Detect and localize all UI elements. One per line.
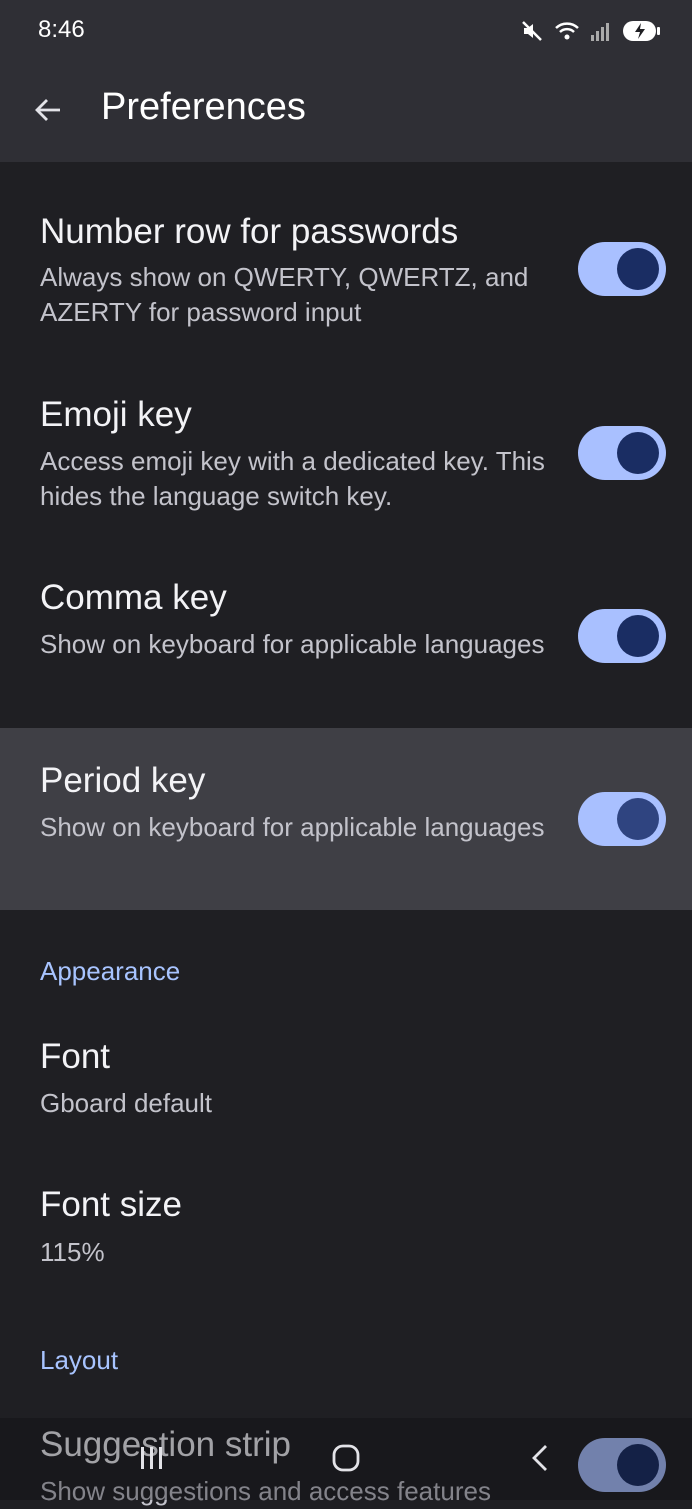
setting-font-size[interactable]: Font size 115% (0, 1160, 692, 1290)
setting-number-row[interactable]: Number row for passwords Always show on … (0, 162, 692, 344)
status-bar: 8:46 (0, 0, 692, 64)
section-header-appearance: Appearance (40, 956, 181, 986)
status-time: 8:46 (38, 16, 85, 43)
page-title: Preferences (101, 86, 306, 128)
emoji-key-toggle[interactable] (578, 426, 666, 480)
recents-button[interactable] (130, 1438, 174, 1482)
setting-value: 115% (40, 1237, 105, 1267)
setting-title: Comma key (40, 578, 227, 617)
status-icons (520, 16, 662, 46)
setting-comma-key[interactable]: Comma key Show on keyboard for applicabl… (0, 545, 692, 727)
back-button[interactable] (24, 88, 72, 136)
home-button[interactable] (324, 1438, 368, 1482)
arrow-back-icon (33, 95, 63, 130)
section-header-layout: Layout (40, 1345, 119, 1375)
setting-title: Font (40, 1037, 111, 1076)
signal-icon (590, 20, 612, 42)
number-row-toggle[interactable] (578, 242, 666, 296)
setting-emoji-key[interactable]: Emoji key Access emoji key with a dedica… (0, 362, 692, 532)
recents-icon (137, 1444, 167, 1477)
setting-description: Show on keyboard for applicable language… (40, 629, 545, 659)
wifi-icon (554, 20, 580, 42)
nav-back-button[interactable] (518, 1438, 562, 1482)
setting-title: Number row for passwords (40, 212, 459, 251)
home-icon (331, 1443, 361, 1478)
period-key-toggle[interactable] (578, 792, 666, 846)
setting-description: Access emoji key with a dedicated key. T… (40, 446, 545, 511)
toggle-thumb (617, 615, 659, 657)
toggle-thumb (617, 432, 659, 474)
toggle-thumb (617, 798, 659, 840)
setting-description: Always show on QWERTY, QWERTZ, and AZERT… (40, 262, 529, 327)
setting-description: Show on keyboard for applicable language… (40, 812, 545, 842)
setting-font[interactable]: Font Gboard default (0, 1010, 692, 1140)
back-icon (528, 1443, 552, 1478)
setting-title: Period key (40, 761, 206, 800)
battery-charging-icon (622, 18, 662, 44)
navigation-bar (0, 1418, 692, 1500)
comma-key-toggle[interactable] (578, 609, 666, 663)
setting-title: Font size (40, 1185, 182, 1224)
toggle-thumb (617, 248, 659, 290)
mute-icon (520, 19, 544, 43)
setting-period-key[interactable]: Period key Show on keyboard for applicab… (0, 728, 692, 910)
app-bar: Preferences (0, 64, 692, 162)
setting-title: Emoji key (40, 395, 192, 434)
setting-value: Gboard default (40, 1088, 213, 1118)
